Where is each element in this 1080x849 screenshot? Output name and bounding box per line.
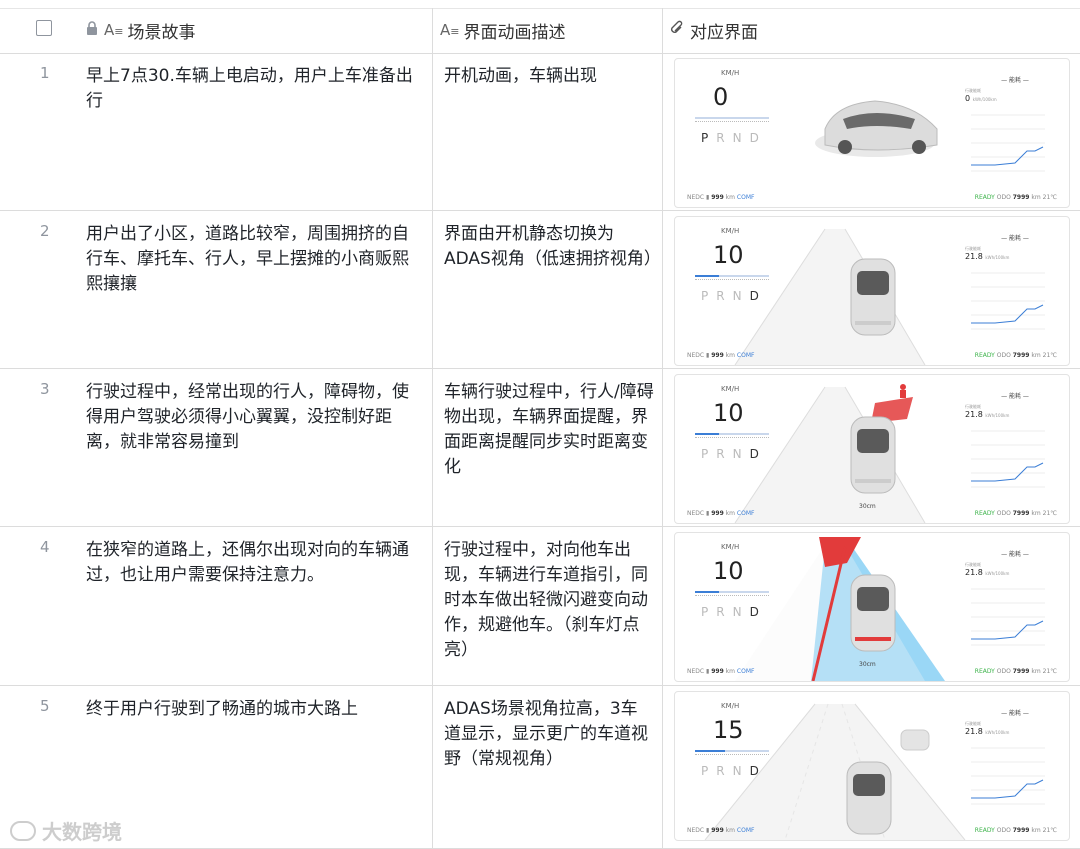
header-screen[interactable]: 对应界面 [670, 8, 758, 52]
drive-mode: COMF [736, 827, 755, 834]
screen-thumbnail[interactable]: KM/H 10 PRND — 能耗 — 行驶能耗 21.8 kWh/100km NEDC ▮… [674, 216, 1070, 366]
range-status: NEDC ▮ 999 km COMF [687, 352, 755, 359]
range-status: NEDC ▮ 999 km COMF [687, 510, 755, 517]
table-row[interactable]: 4 在狭窄的道路上，还偶尔出现对向的车辆通过，也让用户需要保持注意力。 行驶过程中，… [0, 526, 1080, 686]
speed-value: 10 [713, 557, 744, 585]
gear-selector: PRND [701, 447, 767, 461]
row-index: 1 [40, 64, 50, 82]
header-animation-label: 界面动画描述 [463, 22, 566, 43]
screen-thumbnail[interactable]: KM/H 0 PRND — 能耗 — 行驶能耗 0 kWh/100km NEDC ▮ 999… [674, 58, 1070, 208]
gear-selector: PRND [701, 605, 767, 619]
speed-ticks [695, 754, 769, 755]
speed-unit: KM/H [721, 702, 740, 710]
speed-unit: KM/H [721, 385, 740, 393]
speed-unit: KM/H [721, 543, 740, 551]
energy-panel: — 能耗 — 行驶能耗 0 kWh/100km [965, 75, 1055, 185]
speed-unit: KM/H [721, 69, 740, 77]
header-screen-label: 对应界面 [690, 22, 758, 43]
table-row[interactable]: 3 行驶过程中，经常出现的行人，障碍物，使得用户驾驶必须得小心翼翼，没控制好距离，… [0, 368, 1080, 527]
vehicle-status: READY ODO 7999 km 21℃ [974, 194, 1057, 201]
watermark: 大数跨境 [10, 816, 122, 845]
range-status: NEDC ▮ 999 km COMF [687, 827, 755, 834]
speed-value: 0 [713, 83, 729, 111]
screen-thumbnail[interactable]: KM/H 15 PRND — 能耗 — 行驶能耗 21.8 kWh/100km NEDC ▮… [674, 691, 1070, 841]
drive-mode: COMF [736, 668, 755, 675]
drive-mode: COMF [736, 352, 755, 359]
vehicle-status: READY ODO 7999 km 21℃ [974, 510, 1057, 517]
energy-chart [971, 588, 1045, 646]
vehicle-status: READY ODO 7999 km 21℃ [974, 827, 1057, 834]
energy-panel: — 能耗 — 行驶能耗 21.8 kWh/100km [965, 391, 1055, 501]
gear-selector: PRND [701, 764, 767, 778]
speed-ticks [695, 121, 769, 122]
story-cell[interactable]: 行驶过程中，经常出现的行人，障碍物，使得用户驾驶必须得小心翼翼，没控制好距离，就… [86, 380, 416, 455]
distance-readout: 30cm [859, 503, 876, 510]
text-field-icon: A≡ [104, 21, 124, 39]
animation-cell[interactable]: 行驶过程中，对向他车出现，车辆进行车道指引，同时本车做出轻微闪避变向动作，规避他… [444, 538, 654, 663]
speed-ticks [695, 279, 769, 280]
energy-chart [971, 272, 1045, 330]
energy-chart [971, 430, 1045, 488]
speed-unit: KM/H [721, 227, 740, 235]
speed-value: 10 [713, 399, 744, 427]
table-row[interactable]: 5 终于用户行驶到了畅通的城市大路上 ADAS场景视角拉高，3车道显示，显示更广的车… [0, 685, 1080, 849]
speed-value: 15 [713, 716, 744, 744]
table-row[interactable]: 2 用户出了小区，道路比较窄，周围拥挤的自行车、摩托车、行人，早上摆摊的小商贩熙熙… [0, 210, 1080, 369]
speed-bar [695, 750, 769, 752]
story-cell[interactable]: 早上7点30.车辆上电启动，用户上车准备出行 [86, 64, 416, 114]
range-status: NEDC ▮ 999 km COMF [687, 194, 755, 201]
energy-panel: — 能耗 — 行驶能耗 21.8 kWh/100km [965, 233, 1055, 343]
animation-cell[interactable]: 车辆行驶过程中，行人/障碍物出现，车辆界面提醒，界面距离提醒同步实时距离变化 [444, 380, 654, 480]
row-index: 5 [40, 697, 50, 715]
vehicle-status: READY ODO 7999 km 21℃ [974, 668, 1057, 675]
range-status: NEDC ▮ 999 km COMF [687, 668, 755, 675]
vehicle-status: READY ODO 7999 km 21℃ [974, 352, 1057, 359]
speed-ticks [695, 437, 769, 438]
speed-bar [695, 433, 769, 435]
energy-chart [971, 747, 1045, 805]
story-cell[interactable]: 终于用户行驶到了畅通的城市大路上 [86, 697, 416, 722]
select-all-checkbox[interactable] [36, 20, 52, 36]
header-story-label: 场景故事 [127, 22, 196, 43]
energy-chart [971, 114, 1045, 172]
story-cell[interactable]: 用户出了小区，道路比较窄，周围拥挤的自行车、摩托车、行人，早上摆摊的小商贩熙熙攘… [86, 222, 416, 297]
table-row[interactable]: 1 早上7点30.车辆上电启动，用户上车准备出行 开机动画，车辆出现 KM/H 0 PRN… [0, 52, 1080, 211]
watermark-logo-icon [10, 821, 36, 841]
lock-icon [86, 20, 98, 40]
speed-value: 10 [713, 241, 744, 269]
header-animation[interactable]: A≡ 界面动画描述 [440, 8, 565, 52]
energy-panel: — 能耗 — 行驶能耗 21.8 kWh/100km [965, 708, 1055, 818]
row-index: 2 [40, 222, 50, 240]
header-story[interactable]: A≡ 场景故事 [86, 8, 195, 52]
screen-thumbnail[interactable]: KM/H 10 PRND — 能耗 — 行驶能耗 21.8 kWh/100km 30cm NE… [674, 374, 1070, 524]
screen-thumbnail[interactable]: KM/H 10 PRND — 能耗 — 行驶能耗 21.8 kWh/100km 30cm NE… [674, 532, 1070, 682]
animation-cell[interactable]: 开机动画，车辆出现 [444, 64, 654, 89]
energy-panel: — 能耗 — 行驶能耗 21.8 kWh/100km [965, 549, 1055, 659]
speed-bar [695, 117, 769, 119]
drive-mode: COMF [736, 510, 755, 517]
animation-cell[interactable]: ADAS场景视角拉高，3车道显示，显示更广的车道视野（常规视角） [444, 697, 654, 772]
story-cell[interactable]: 在狭窄的道路上，还偶尔出现对向的车辆通过，也让用户需要保持注意力。 [86, 538, 416, 588]
row-index: 3 [40, 380, 50, 398]
gear-selector: PRND [701, 131, 767, 145]
other-vehicle [900, 729, 930, 751]
attachment-icon [670, 20, 684, 41]
distance-readout: 30cm [859, 661, 876, 668]
animation-cell[interactable]: 界面由开机静态切换为ADAS视角（低速拥挤视角） [444, 222, 661, 272]
speed-bar [695, 275, 769, 277]
row-index: 4 [40, 538, 50, 556]
text-field-icon: A≡ [440, 21, 460, 39]
speed-ticks [695, 595, 769, 596]
gear-selector: PRND [701, 289, 767, 303]
drive-mode: COMF [736, 194, 755, 201]
speed-bar [695, 591, 769, 593]
